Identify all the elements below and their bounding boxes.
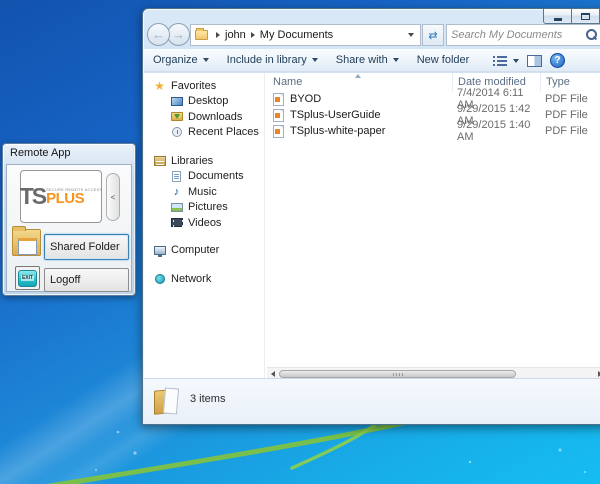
desktop-icon	[171, 97, 183, 106]
exit-icon-label: EXIT	[21, 275, 34, 281]
tsplus-logo-plus: PLUS	[46, 192, 84, 206]
forward-button[interactable]: →	[167, 23, 190, 46]
sidebar-item-downloads[interactable]: Downloads	[144, 109, 264, 125]
command-toolbar: Organize Include in library Share with N…	[144, 49, 600, 72]
remote-app-body: TS SECURE REMOTE ACCESS PLUS < Shared Fo…	[6, 164, 132, 292]
search-box	[446, 24, 600, 46]
minimize-icon	[554, 18, 562, 21]
new-folder-label: New folder	[417, 54, 470, 66]
sidebar-item-favorites[interactable]: ★ Favorites	[144, 78, 264, 94]
organize-button[interactable]: Organize	[144, 51, 218, 69]
status-bar: 3 items	[144, 378, 600, 423]
forward-icon: →	[172, 27, 185, 42]
tsplus-logo-ts: TS	[20, 183, 45, 210]
search-icon[interactable]	[584, 28, 598, 42]
sidebar-item-pictures[interactable]: Pictures	[144, 200, 264, 216]
navigation-pane: ★ Favorites Desktop Downloads Recent Pla…	[144, 73, 264, 379]
sidebar-item-documents[interactable]: Documents	[144, 169, 264, 185]
recent-places-icon	[172, 127, 182, 137]
sidebar-item-computer[interactable]: Computer	[144, 243, 264, 259]
navigation-bar: ← → john My Documents ⇄	[147, 22, 600, 48]
remote-app-title: Remote App	[10, 147, 71, 159]
breadcrumb-separator-icon	[251, 32, 255, 38]
back-button[interactable]: ←	[147, 23, 170, 46]
share-with-label: Share with	[336, 54, 388, 66]
dropdown-caret-icon	[393, 58, 399, 62]
remote-app-titlebar[interactable]: Remote App	[3, 144, 135, 163]
pdf-file-icon	[273, 93, 284, 106]
folder-details-icon	[154, 386, 184, 417]
file-row-byod[interactable]: BYOD 7/4/2014 6:11 AM PDF File	[265, 91, 600, 107]
pdf-file-icon	[273, 109, 284, 122]
folder-icon	[195, 30, 208, 40]
sort-ascending-icon	[355, 74, 361, 78]
pdf-file-icon	[273, 125, 284, 138]
shared-folder-button[interactable]: Shared Folder	[44, 234, 129, 260]
computer-icon	[154, 246, 166, 255]
network-icon	[155, 274, 165, 284]
breadcrumb-separator-icon	[216, 32, 220, 38]
downloads-icon	[171, 112, 183, 121]
desktop: Remote App TS SECURE REMOTE ACCESS PLUS …	[0, 0, 600, 484]
help-icon[interactable]: ?	[550, 53, 565, 68]
sidebar-item-recent-places[interactable]: Recent Places	[144, 125, 264, 141]
explorer-window: × ← → john My Documents ⇄ Organize	[142, 8, 600, 425]
dropdown-caret-icon	[203, 58, 209, 62]
explorer-content: ★ Favorites Desktop Downloads Recent Pla…	[144, 73, 600, 379]
music-note-icon: ♪	[170, 186, 183, 198]
remote-app-window: Remote App TS SECURE REMOTE ACCESS PLUS …	[2, 143, 136, 296]
videos-icon	[171, 218, 183, 227]
sidebar-item-libraries[interactable]: Libraries	[144, 153, 264, 169]
maximize-icon	[581, 13, 590, 20]
column-headers: Name Date modified Type	[265, 73, 600, 91]
tsplus-logo: TS SECURE REMOTE ACCESS PLUS	[20, 170, 102, 223]
column-header-name[interactable]: Name	[265, 73, 452, 91]
file-row-tsplus-userguide[interactable]: TSplus-UserGuide 9/29/2015 1:42 AM PDF F…	[265, 107, 600, 123]
logoff-button[interactable]: Logoff	[44, 268, 129, 292]
address-dropdown-caret-icon[interactable]	[408, 33, 414, 37]
breadcrumb-item-john[interactable]: john	[225, 29, 246, 41]
sidebar-item-videos[interactable]: Videos	[144, 215, 264, 231]
scroll-left-icon[interactable]	[271, 371, 275, 377]
star-icon: ★	[153, 80, 166, 92]
file-row-tsplus-white-paper[interactable]: TSplus-white-paper 9/29/2015 1:40 AM PDF…	[265, 123, 600, 139]
column-header-date-modified[interactable]: Date modified	[452, 73, 540, 91]
sidebar-item-network[interactable]: Network	[144, 271, 264, 287]
logoff-exit-icon: EXIT	[15, 266, 40, 290]
documents-icon	[172, 171, 181, 182]
share-with-button[interactable]: Share with	[327, 51, 408, 69]
breadcrumb-item-my-documents[interactable]: My Documents	[260, 29, 333, 41]
change-view-icon[interactable]	[493, 55, 508, 66]
column-header-type[interactable]: Type	[540, 73, 600, 91]
breadcrumb[interactable]: john My Documents	[190, 24, 421, 46]
include-in-library-button[interactable]: Include in library	[218, 51, 327, 69]
item-count: 3 items	[190, 393, 225, 405]
libraries-icon	[154, 156, 166, 166]
preview-pane-icon[interactable]	[527, 55, 542, 67]
sidebar-item-desktop[interactable]: Desktop	[144, 94, 264, 110]
back-icon: ←	[152, 27, 165, 42]
sidebar-item-music[interactable]: ♪ Music	[144, 184, 264, 200]
search-input[interactable]	[447, 29, 584, 41]
scrollbar-thumb[interactable]	[279, 370, 516, 378]
dropdown-caret-icon	[312, 58, 318, 62]
shared-folder-icon	[12, 229, 41, 256]
refresh-button[interactable]: ⇄	[422, 24, 444, 46]
new-folder-button[interactable]: New folder	[408, 51, 479, 69]
file-list: Name Date modified Type BYOD 7/4/2014 6:…	[264, 73, 600, 379]
change-view-caret-icon[interactable]	[513, 59, 519, 63]
organize-label: Organize	[153, 54, 198, 66]
pictures-icon	[171, 203, 183, 212]
collapse-arrow-icon: <	[111, 193, 116, 202]
collapse-panel-button[interactable]: <	[106, 173, 120, 221]
include-in-library-label: Include in library	[227, 54, 307, 66]
refresh-icon: ⇄	[428, 29, 437, 42]
